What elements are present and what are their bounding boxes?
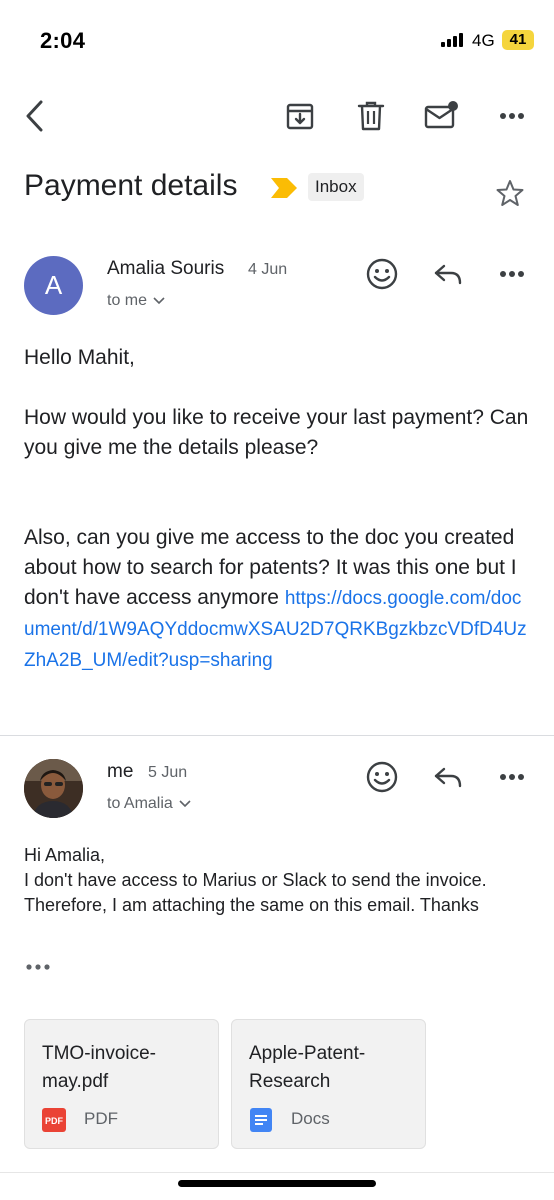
chevron-down-icon — [179, 800, 191, 808]
bottom-divider — [0, 1172, 554, 1173]
message-more-button[interactable] — [494, 256, 530, 292]
body-paragraph: I don't have access to Marius or Slack t… — [24, 870, 487, 915]
attachment-card[interactable]: TMO-invoice-may.pdf PDF PDF — [24, 1019, 219, 1149]
message-date: 5 Jun — [148, 764, 188, 781]
more-horizontal-icon — [500, 113, 524, 119]
mail-unread-icon — [424, 101, 458, 129]
message-toolbar — [0, 92, 554, 142]
attachment-name: TMO-invoice-may.pdf — [42, 1043, 157, 1092]
avatar[interactable] — [24, 759, 83, 818]
trash-icon — [357, 101, 385, 131]
pdf-icon: PDF — [42, 1108, 66, 1132]
smiley-icon — [366, 258, 398, 290]
back-button[interactable] — [14, 92, 54, 140]
reply-icon — [434, 767, 462, 788]
network-type: 4G — [472, 31, 495, 50]
message-more-button[interactable] — [494, 759, 530, 795]
docs-icon — [250, 1108, 272, 1132]
archive-icon — [286, 103, 314, 130]
smiley-icon — [366, 761, 398, 793]
message-divider — [0, 735, 554, 736]
sender-name: me — [107, 761, 134, 782]
reply-button[interactable] — [430, 759, 466, 795]
chevron-left-icon — [26, 100, 43, 132]
message-body: Hello Mahit, How would you like to recei… — [24, 343, 530, 676]
message-date: 4 Jun — [248, 261, 288, 278]
attachment-card[interactable]: Apple-Patent-Research Docs — [231, 1019, 426, 1149]
mark-unread-button[interactable] — [421, 92, 461, 140]
reply-button[interactable] — [430, 256, 466, 292]
body-paragraph: Also, can you give me access to the doc … — [24, 523, 530, 676]
attachment-type: Docs — [291, 1109, 330, 1128]
more-horizontal-icon — [500, 271, 524, 277]
sender-name: Amalia Souris — [107, 258, 225, 279]
svg-text:PDF: PDF — [45, 1116, 64, 1126]
show-trimmed-content-button[interactable] — [24, 960, 52, 974]
email-subject: Payment details — [24, 169, 238, 202]
avatar[interactable]: A — [24, 256, 83, 315]
important-marker-icon[interactable] — [271, 178, 297, 198]
body-paragraph: How would you like to receive your last … — [24, 406, 529, 459]
inbox-label-chip[interactable]: Inbox — [308, 173, 364, 201]
delete-button[interactable] — [351, 92, 391, 140]
home-indicator[interactable] — [178, 1180, 376, 1187]
reply-icon — [434, 264, 462, 285]
message-header[interactable]: me 5 Jun to Amalia — [0, 759, 554, 829]
recipient-label: to Amalia — [107, 795, 173, 812]
message-body: Hi Amalia, I don't have access to Marius… — [24, 843, 530, 918]
more-horizontal-icon — [500, 774, 524, 780]
body-greeting: Hi Amalia, — [24, 845, 106, 865]
archive-button[interactable] — [280, 92, 320, 140]
profile-photo-icon — [24, 759, 83, 818]
recipient-label: to me — [107, 292, 148, 309]
more-options-button[interactable] — [492, 92, 532, 140]
emoji-reaction-button[interactable] — [364, 256, 400, 292]
recipient-details[interactable]: to me — [107, 292, 165, 310]
body-greeting: Hello Mahit, — [24, 346, 135, 369]
status-time: 2:04 — [40, 28, 86, 53]
status-bar: 2:04 4G 41 — [0, 0, 554, 80]
emoji-reaction-button[interactable] — [364, 759, 400, 795]
signal-icon — [441, 33, 463, 47]
attachment-type: PDF — [84, 1109, 118, 1128]
battery-indicator: 41 — [502, 30, 534, 50]
recipient-details[interactable]: to Amalia — [107, 795, 191, 813]
attachment-name: Apple-Patent-Research — [249, 1043, 366, 1092]
subject-row: Payment details Inbox — [24, 165, 534, 215]
star-icon[interactable] — [496, 179, 524, 207]
chevron-down-icon — [153, 297, 165, 305]
message-header[interactable]: A Amalia Souris 4 Jun to me — [0, 256, 554, 326]
